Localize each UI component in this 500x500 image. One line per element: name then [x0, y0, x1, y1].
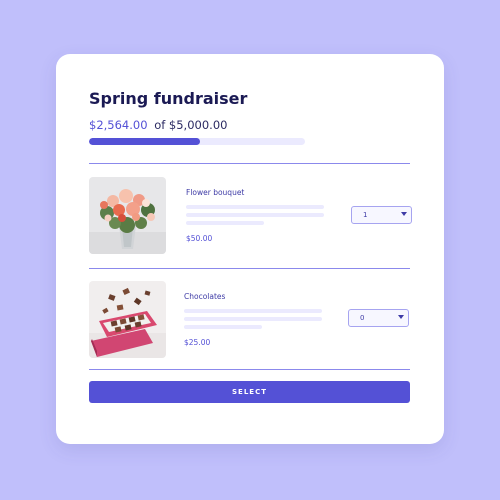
item-price: $25.00 — [184, 338, 211, 347]
list-item-flower-bouquet: Flower bouquet $50.00 1 — [89, 177, 414, 255]
chevron-down-icon — [398, 315, 404, 319]
divider — [89, 163, 410, 164]
chevron-down-icon — [401, 212, 407, 216]
list-item-chocolates: Chocolates $25.00 0 — [89, 281, 414, 359]
item-name: Flower bouquet — [186, 188, 245, 197]
goal-amount: of $5,000.00 — [154, 118, 228, 132]
flower-bouquet-image — [89, 177, 166, 254]
description-placeholder-line — [186, 213, 324, 217]
page-title: Spring fundraiser — [89, 89, 248, 108]
progress-bar — [89, 138, 305, 145]
quantity-select[interactable]: 0 — [348, 309, 409, 327]
fundraiser-amount: $2,564.00 of $5,000.00 — [89, 118, 227, 132]
description-placeholder-line — [184, 325, 262, 329]
select-button[interactable]: SELECT — [89, 381, 410, 403]
description-placeholder-line — [184, 309, 322, 313]
fundraiser-card: Spring fundraiser $2,564.00 of $5,000.00 — [56, 54, 444, 444]
quantity-select[interactable]: 1 — [351, 206, 412, 224]
divider — [89, 268, 410, 269]
raised-amount: $2,564.00 — [89, 118, 148, 132]
progress-bar-fill — [89, 138, 200, 145]
description-placeholder-line — [186, 221, 264, 225]
description-placeholder-line — [184, 317, 322, 321]
divider — [89, 369, 410, 370]
item-name: Chocolates — [184, 292, 226, 301]
item-price: $50.00 — [186, 234, 213, 243]
quantity-value: 0 — [360, 313, 365, 322]
quantity-value: 1 — [363, 210, 368, 219]
description-placeholder-line — [186, 205, 324, 209]
chocolates-image — [89, 281, 166, 358]
